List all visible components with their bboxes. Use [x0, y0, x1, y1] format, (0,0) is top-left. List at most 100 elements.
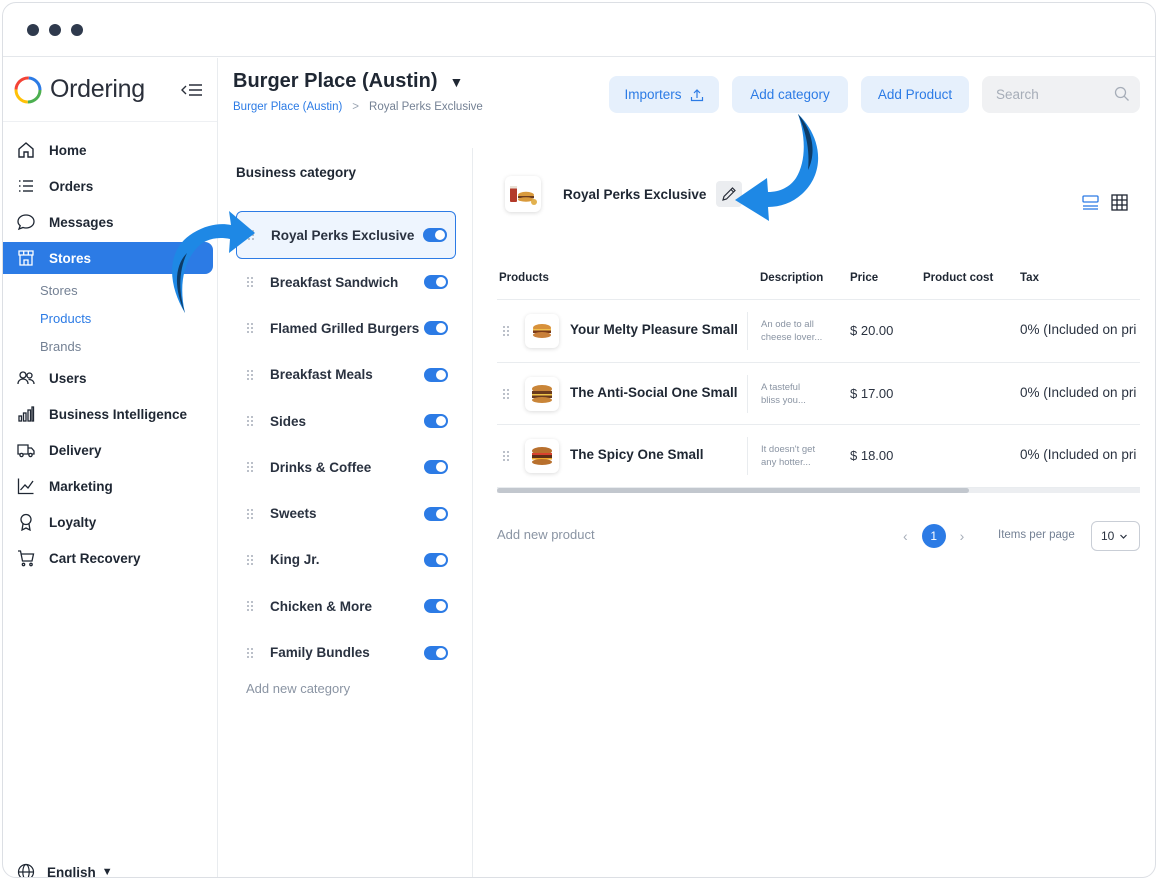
drag-handle-icon[interactable]	[246, 647, 254, 659]
window-control-dot[interactable]	[71, 23, 83, 36]
window-control-dot[interactable]	[27, 23, 39, 36]
sidebar-item-delivery[interactable]: Delivery	[3, 432, 217, 468]
category-item[interactable]: Family Bundles	[236, 629, 456, 675]
award-icon	[20, 513, 32, 531]
category-enabled-toggle[interactable]	[424, 552, 448, 567]
drag-handle-icon[interactable]	[246, 369, 254, 381]
category-item[interactable]: Flamed Grilled Burgers	[236, 305, 456, 351]
category-enabled-toggle[interactable]	[424, 367, 448, 382]
drag-handle-icon[interactable]	[502, 325, 510, 337]
product-name[interactable]: Your Melty Pleasure Small	[570, 322, 738, 337]
add-new-product-link[interactable]: Add new product	[497, 527, 595, 542]
sidebar-item-loyalty[interactable]: Loyalty	[3, 504, 217, 540]
search-input[interactable]: Search	[982, 76, 1140, 113]
column-header-products[interactable]: Products	[499, 272, 549, 284]
add-category-button[interactable]: Add category	[732, 76, 848, 113]
category-item[interactable]: Sides	[236, 398, 456, 444]
sidebar-subitem-brands[interactable]: Brands	[3, 332, 217, 360]
chevron-down-icon	[1120, 534, 1128, 539]
table-row[interactable]: The Anti-Social One Small A tasteful bliss…	[497, 363, 1140, 425]
category-item[interactable]: Sweets	[236, 490, 456, 536]
add-product-button[interactable]: Add Product	[861, 76, 969, 113]
drag-handle-icon[interactable]	[502, 450, 510, 462]
column-header-product-cost[interactable]: Product cost	[923, 272, 993, 284]
horizontal-scrollbar[interactable]	[497, 487, 1140, 493]
category-enabled-toggle[interactable]	[423, 228, 447, 242]
sidebar-item-label: Home	[49, 142, 87, 158]
column-header-price[interactable]: Price	[850, 272, 878, 284]
store-selector[interactable]: Burger Place (Austin) ▼	[233, 70, 463, 93]
category-item-label: Sweets	[270, 506, 317, 522]
chevron-left-icon[interactable]: ‹	[903, 528, 908, 544]
category-enabled-toggle[interactable]	[424, 460, 448, 475]
category-item-label: Breakfast Sandwich	[270, 274, 399, 290]
category-item-label: Sides	[270, 413, 307, 429]
sidebar-item-label: Loyalty	[49, 514, 97, 530]
product-name[interactable]: The Spicy One Small	[570, 447, 704, 462]
drag-handle-icon[interactable]	[246, 461, 254, 473]
list-view-icon[interactable]	[1081, 193, 1100, 212]
column-header-description[interactable]: Description	[760, 272, 823, 284]
column-header-tax[interactable]: Tax	[1020, 272, 1039, 284]
language-selector[interactable]: English ▼	[17, 863, 113, 877]
category-enabled-toggle[interactable]	[424, 414, 448, 429]
description-line: bliss you...	[761, 394, 806, 406]
product-name[interactable]: The Anti-Social One Small	[570, 385, 738, 400]
category-item[interactable]: Breakfast Meals	[236, 352, 456, 398]
drag-handle-icon[interactable]	[246, 508, 254, 520]
drag-handle-icon[interactable]	[502, 388, 510, 400]
burger-sandwich-icon	[532, 447, 552, 465]
product-tax: 0% (Included on pri	[1020, 322, 1137, 337]
sidebar-item-orders[interactable]: Orders	[3, 168, 217, 204]
product-image[interactable]	[525, 439, 559, 473]
category-image[interactable]	[505, 176, 541, 212]
drag-handle-icon[interactable]	[246, 415, 254, 427]
sidebar-item-label: Delivery	[49, 442, 102, 458]
table-view-icon[interactable]	[1110, 193, 1129, 212]
search-icon	[1114, 86, 1129, 101]
page-title: Burger Place (Austin)	[233, 70, 438, 92]
chevron-right-icon[interactable]: ›	[960, 528, 965, 544]
category-item[interactable]: Royal Perks Exclusive	[236, 211, 456, 259]
view-toggle	[1081, 193, 1129, 212]
collapse-menu-icon[interactable]	[179, 81, 203, 99]
category-item-label: Breakfast Meals	[270, 367, 373, 383]
category-item[interactable]: Drinks & Coffee	[236, 444, 456, 490]
category-item-label: Chicken & More	[270, 598, 373, 614]
category-item[interactable]: King Jr.	[236, 537, 456, 583]
category-enabled-toggle[interactable]	[424, 645, 448, 660]
sidebar-item-marketing[interactable]: Marketing	[3, 468, 217, 504]
drag-handle-icon[interactable]	[246, 554, 254, 566]
category-enabled-toggle[interactable]	[424, 275, 448, 290]
sidebar-item-cart-recovery[interactable]: Cart Recovery	[3, 540, 217, 576]
page-number-current[interactable]: 1	[921, 524, 946, 548]
category-enabled-toggle[interactable]	[424, 321, 448, 336]
items-per-page-select[interactable]: 10	[1091, 521, 1140, 551]
category-enabled-toggle[interactable]	[424, 506, 448, 521]
sidebar: Ordering Home Orders Messages Stores Sto…	[3, 58, 218, 877]
window-control-dot[interactable]	[49, 23, 61, 36]
breadcrumb-store-link[interactable]: Burger Place (Austin)	[233, 101, 342, 113]
sidebar-item-business-intelligence[interactable]: Business Intelligence	[3, 396, 217, 432]
table-row[interactable]: Your Melty Pleasure Small An ode to all ch…	[497, 300, 1140, 363]
drag-handle-icon[interactable]	[246, 600, 254, 612]
product-image[interactable]	[525, 314, 559, 348]
importers-button[interactable]: Importers	[609, 76, 719, 113]
scrollbar-thumb[interactable]	[497, 487, 969, 493]
add-new-category-link[interactable]: Add new category	[246, 681, 350, 696]
drag-handle-icon[interactable]	[246, 322, 254, 334]
category-item[interactable]: Breakfast Sandwich	[236, 259, 456, 305]
category-item[interactable]: Chicken & More	[236, 583, 456, 629]
category-enabled-toggle[interactable]	[424, 599, 448, 614]
sidebar-item-home[interactable]: Home	[3, 132, 217, 168]
ordering-logo-icon	[14, 76, 42, 103]
table-row[interactable]: The Spicy One Small It doesn't get any hot…	[497, 425, 1140, 488]
product-image[interactable]	[525, 376, 559, 411]
cart-icon	[18, 550, 35, 567]
product-description: An ode to all cheese lover...	[747, 312, 837, 350]
caret-down-icon: ▼	[449, 73, 464, 90]
sidebar-item-label: Messages	[49, 214, 114, 230]
truck-icon	[17, 444, 35, 458]
items-per-page-label: Items per page	[998, 529, 1075, 541]
sidebar-item-users[interactable]: Users	[3, 360, 217, 396]
